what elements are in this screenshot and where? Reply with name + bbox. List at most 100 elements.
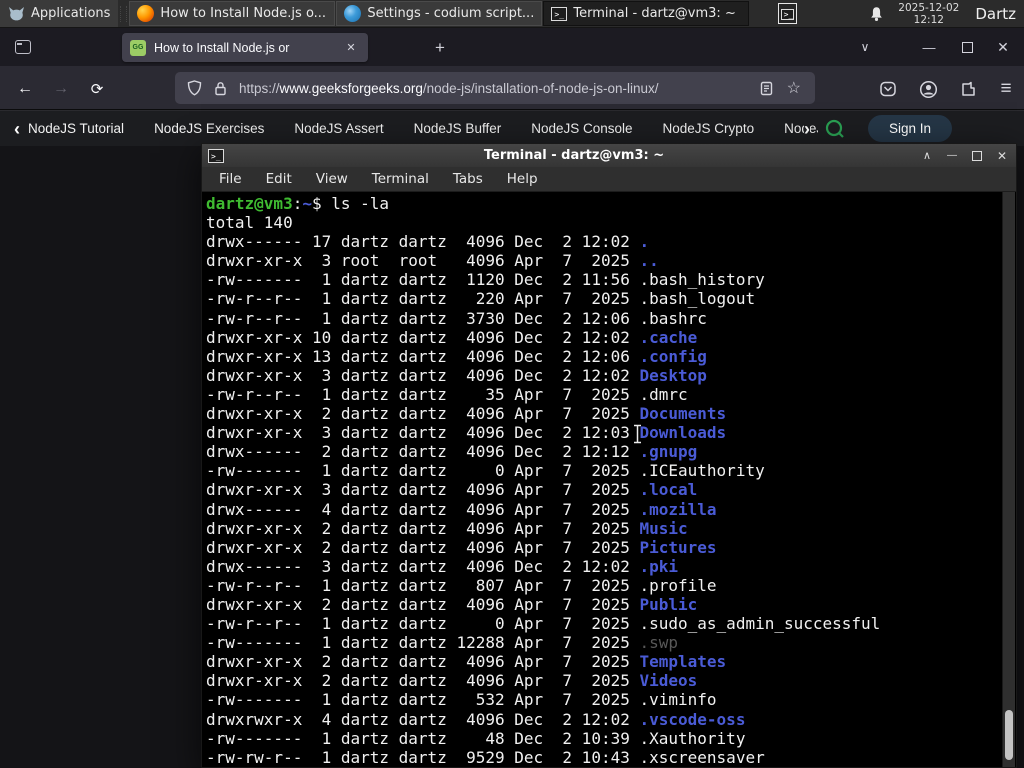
row-details: drwxr-xr-x 2 dartz dartz 4096 Apr 7 2025 — [206, 404, 640, 424]
row-filename: Videos — [639, 671, 698, 691]
row-details: drwx------ 2 dartz dartz 4096 Dec 2 12:1… — [206, 442, 640, 462]
codium-icon — [344, 5, 362, 22]
row-details: -rw-rw-r-- 1 dartz dartz 9529 Dec 2 10:4… — [206, 747, 640, 767]
site-nav-item[interactable]: NodeJS DNS — [784, 121, 818, 136]
site-nav-item[interactable]: NodeJS Buffer — [414, 121, 502, 136]
reload-button[interactable]: ⟳ — [84, 76, 110, 102]
taskbar-window-title: How to Install Node.js o... — [160, 6, 327, 21]
terminal-output-row: drwxrwxr-x 4 dartz dartz 4096 Dec 2 12:0… — [206, 710, 880, 729]
terminal-window-title: Terminal - dartz@vm3: ~ — [483, 148, 665, 163]
row-details: -rw-r--r-- 1 dartz dartz 3730 Dec 2 12:0… — [206, 308, 640, 328]
terminal-menu-help[interactable]: Help — [495, 167, 550, 191]
menu-hamburger-icon[interactable]: ≡ — [992, 75, 1020, 103]
window-close-button[interactable]: ✕ — [990, 34, 1016, 60]
row-filename: .profile — [639, 575, 717, 595]
clock-time: 12:12 — [913, 13, 944, 26]
window-minimize-button[interactable]: — — [916, 34, 942, 60]
row-filename: .swp — [639, 633, 679, 653]
terminal-output-row: drwxr-xr-x 2 dartz dartz 4096 Apr 7 2025… — [206, 652, 880, 671]
row-details: drwxr-xr-x 2 dartz dartz 4096 Apr 7 2025 — [206, 652, 640, 672]
terminal-output-row: drwx------ 3 dartz dartz 4096 Dec 2 12:0… — [206, 557, 880, 576]
terminal-icon: >_ — [780, 9, 795, 20]
taskbar-window-firefox[interactable]: How to Install Node.js o... — [129, 1, 336, 26]
row-filename: . — [639, 232, 650, 252]
url-prefix: https:// — [239, 80, 280, 96]
row-details: drwxr-xr-x 2 dartz dartz 4096 Apr 7 2025 — [206, 537, 640, 557]
row-filename: .xscreensaver — [639, 747, 765, 767]
row-details: drwxr-xr-x 2 dartz dartz 4096 Apr 7 2025 — [206, 518, 640, 538]
account-icon[interactable] — [914, 75, 942, 103]
shield-icon[interactable] — [187, 80, 202, 96]
extensions-icon[interactable] — [954, 75, 982, 103]
site-nav-item[interactable]: NodeJS Assert — [294, 121, 383, 136]
terminal-output-row: drwxr-xr-x 2 dartz dartz 4096 Apr 7 2025… — [206, 671, 880, 690]
site-nav-item[interactable]: NodeJS Tutorial — [28, 121, 124, 136]
notification-bell-icon[interactable] — [869, 6, 884, 22]
terminal-output-row: -rw-r--r-- 1 dartz dartz 3730 Dec 2 12:0… — [206, 309, 880, 328]
site-nav-item[interactable]: NodeJS Crypto — [663, 121, 755, 136]
row-filename: .pki — [639, 556, 679, 576]
row-details: drwxr-xr-x 10 dartz dartz 4096 Dec 2 12:… — [206, 327, 640, 347]
nav-prev-chevron-icon[interactable]: ‹ — [14, 120, 20, 138]
row-filename: .bashrc — [639, 308, 707, 328]
nav-next-chevron-icon[interactable]: › — [804, 119, 810, 138]
user-menu[interactable]: Dartz — [975, 5, 1016, 23]
applications-logo-icon — [8, 6, 25, 21]
clock-date: 2025-12-02 — [898, 1, 960, 14]
url-path: /node-js/installation-of-node-js-on-linu… — [422, 80, 659, 96]
forward-button[interactable]: → — [48, 76, 74, 102]
active-tab[interactable]: GG How to Install Node.js or ✕ — [122, 33, 368, 62]
terminal-output-row: -rw-r--r-- 1 dartz dartz 0 Apr 7 2025 .s… — [206, 614, 880, 633]
terminal-output-row: -rw------- 1 dartz dartz 12288 Apr 7 202… — [206, 633, 880, 652]
tab-close-icon[interactable]: ✕ — [342, 39, 360, 57]
taskbar-window-codium[interactable]: Settings - codium script... — [336, 1, 543, 26]
taskbar-window-terminal[interactable]: >_ Terminal - dartz@vm3: ~ — [543, 1, 750, 26]
bookmark-star-icon[interactable]: ☆ — [787, 78, 801, 98]
url-bar[interactable]: https://www.geeksforgeeks.org/node-js/in… — [175, 72, 815, 104]
search-icon[interactable] — [824, 118, 846, 140]
applications-menu-button[interactable]: Applications — [0, 0, 119, 27]
row-filename: .bash_logout — [639, 289, 756, 309]
firefox-view-icon[interactable] — [12, 37, 34, 57]
row-details: -rw------- 1 dartz dartz 1120 Dec 2 11:5… — [206, 270, 640, 290]
system-tray: >_ 2025-12-02 12:12 Dartz — [777, 0, 1024, 27]
terminal-menu-view[interactable]: View — [304, 167, 360, 191]
tray-terminal-icon[interactable]: >_ — [777, 3, 798, 24]
window-maximize-button[interactable] — [954, 34, 980, 60]
geeksforgeeks-favicon-icon: GG — [130, 39, 146, 56]
terminal-rollup-button[interactable]: ∧ — [919, 148, 935, 164]
terminal-scrollbar[interactable] — [1002, 192, 1015, 767]
terminal-menu-file[interactable]: File — [207, 167, 254, 191]
new-tab-button[interactable]: + — [428, 36, 452, 60]
terminal-menu-tabs[interactable]: Tabs — [441, 167, 495, 191]
terminal-output-row: -rw-r--r-- 1 dartz dartz 35 Apr 7 2025 .… — [206, 385, 880, 404]
reader-mode-icon[interactable] — [760, 81, 773, 96]
terminal-body[interactable]: dartz@vm3:~$ ls -la total 140 drwx------ 1… — [203, 192, 1015, 767]
site-nav-bar: ‹ NodeJS Tutorial NodeJS Exercises NodeJS … — [0, 110, 1024, 146]
row-details: -rw-r--r-- 1 dartz dartz 807 Apr 7 2025 — [206, 575, 640, 595]
terminal-menu-edit[interactable]: Edit — [254, 167, 304, 191]
terminal-close-button[interactable]: ✕ — [994, 148, 1010, 164]
row-details: -rw------- 1 dartz dartz 12288 Apr 7 202… — [206, 633, 640, 653]
site-nav-item[interactable]: NodeJS Exercises — [154, 121, 264, 136]
terminal-output-row: -rw------- 1 dartz dartz 1120 Dec 2 11:5… — [206, 270, 880, 289]
terminal-menu-terminal[interactable]: Terminal — [360, 167, 441, 191]
firefox-icon — [137, 5, 155, 22]
terminal-scrollbar-thumb[interactable] — [1005, 710, 1013, 760]
terminal-output-row: drwx------ 17 dartz dartz 4096 Dec 2 12:… — [206, 232, 880, 251]
site-nav-item[interactable]: NodeJS Console — [531, 121, 632, 136]
terminal-output-row: -rw-r--r-- 1 dartz dartz 807 Apr 7 2025 … — [206, 576, 880, 595]
terminal-maximize-button[interactable] — [969, 148, 985, 164]
list-tabs-chevron-icon[interactable]: ∨ — [852, 34, 878, 60]
terminal-output-row: drwxr-xr-x 2 dartz dartz 4096 Apr 7 2025… — [206, 538, 880, 557]
taskbar: How to Install Node.js o... Settings - co… — [129, 0, 750, 27]
row-details: -rw------- 1 dartz dartz 48 Dec 2 10:39 — [206, 728, 640, 748]
pocket-icon[interactable] — [874, 75, 902, 103]
back-button[interactable]: ← — [12, 76, 38, 102]
terminal-minimize-button[interactable]: — — [944, 148, 960, 164]
lock-icon[interactable] — [214, 81, 227, 96]
clock[interactable]: 2025-12-02 12:12 — [898, 2, 959, 26]
row-details: drwx------ 3 dartz dartz 4096 Dec 2 12:0… — [206, 556, 640, 576]
terminal-title-bar[interactable]: >_ Terminal - dartz@vm3: ~ ∧ — ✕ — [202, 144, 1016, 167]
sign-in-button[interactable]: Sign In — [868, 115, 952, 142]
